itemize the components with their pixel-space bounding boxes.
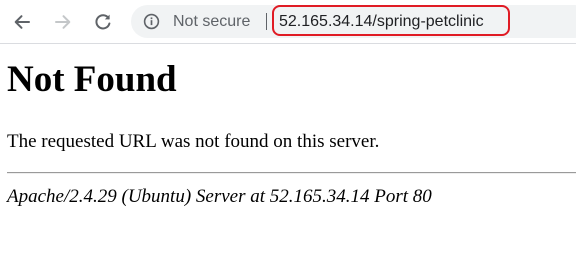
forward-button[interactable] bbox=[51, 10, 75, 34]
address-bar[interactable]: Not secure 52.165.34.14/spring-petclinic bbox=[131, 5, 576, 38]
url-text[interactable]: 52.165.34.14/spring-petclinic bbox=[279, 12, 484, 31]
omnibox-separator bbox=[266, 13, 267, 30]
security-status-label[interactable]: Not secure bbox=[173, 12, 250, 31]
divider bbox=[7, 172, 576, 174]
reload-icon bbox=[95, 14, 111, 30]
forward-arrow-icon bbox=[55, 15, 71, 29]
server-signature: Apache/2.4.29 (Ubuntu) Server at 52.165.… bbox=[7, 186, 432, 207]
browser-toolbar: Not secure 52.165.34.14/spring-petclinic bbox=[0, 0, 576, 44]
reload-button[interactable] bbox=[91, 10, 115, 34]
info-icon[interactable] bbox=[143, 13, 160, 30]
back-button[interactable] bbox=[10, 10, 34, 34]
error-message: The requested URL was not found on this … bbox=[7, 131, 380, 152]
back-arrow-icon bbox=[14, 15, 30, 29]
page-title: Not Found bbox=[7, 59, 177, 100]
page-content: Not Found The requested URL was not foun… bbox=[0, 44, 576, 258]
